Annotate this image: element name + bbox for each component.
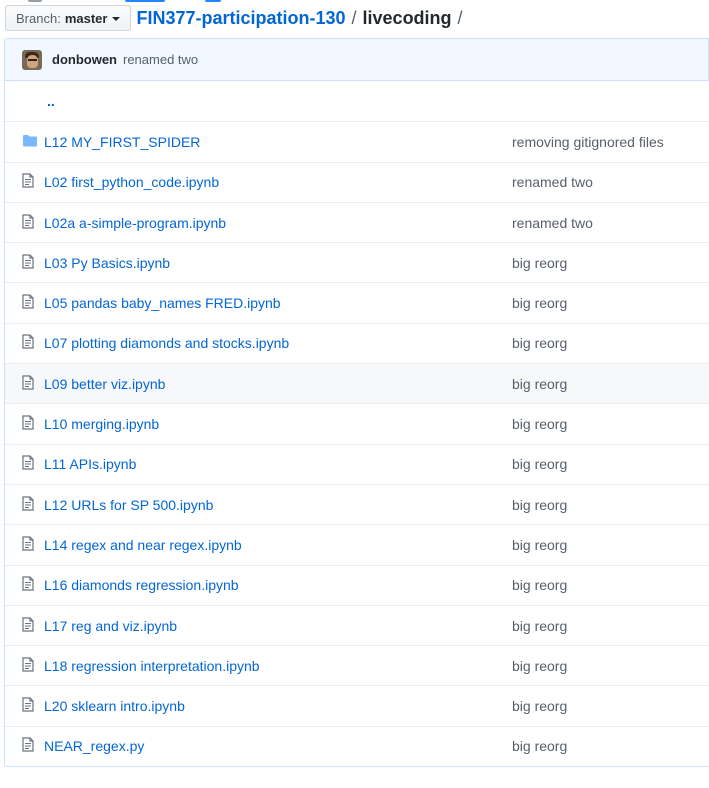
breadcrumb-trailing-separator: / <box>457 7 463 28</box>
file-icon <box>22 294 34 312</box>
branch-label: Branch: <box>16 10 61 26</box>
file-icon <box>22 657 34 675</box>
file-name-link[interactable]: L09 better viz.ipynb <box>44 376 165 392</box>
file-name-link[interactable]: L03 Py Basics.ipynb <box>44 255 170 271</box>
file-icon <box>22 455 34 473</box>
file-name-link[interactable]: L12 URLs for SP 500.ipynb <box>44 497 213 513</box>
file-row[interactable]: L20 sklearn intro.ipynb big reorg <box>5 685 709 725</box>
file-name-link[interactable]: L16 diamonds regression.ipynb <box>44 577 239 593</box>
file-name-link[interactable]: L05 pandas baby_names FRED.ipynb <box>44 295 281 311</box>
branch-select-button[interactable]: Branch: master <box>5 5 132 31</box>
file-name-link[interactable]: L02a a-simple-program.ipynb <box>44 215 226 231</box>
file-icon <box>22 697 34 715</box>
file-row[interactable]: L11 APIs.ipynb big reorg <box>5 443 709 484</box>
file-icon <box>22 737 34 755</box>
breadcrumb-current-dir: livecoding <box>362 7 452 28</box>
commit-message-link[interactable]: renamed two <box>512 174 593 190</box>
commit-author-link[interactable]: donbowen <box>52 52 117 67</box>
commit-message-link[interactable]: big reorg <box>512 295 567 311</box>
file-row[interactable]: L10 merging.ipynb big reorg <box>5 403 709 443</box>
file-icon <box>22 415 34 433</box>
file-row[interactable]: L12 MY_FIRST_SPIDER removing gitignored f… <box>5 121 709 161</box>
file-row[interactable]: NEAR_regex.py big reorg <box>5 725 709 766</box>
commit-message-link[interactable]: big reorg <box>512 698 567 714</box>
file-list: .. L12 MY_FIRST_SPIDER removing gitignore… <box>4 80 709 768</box>
file-row[interactable]: L14 regex and near regex.ipynb big reorg <box>5 524 709 564</box>
commit-message-link[interactable]: big reorg <box>512 335 567 351</box>
commit-message-link[interactable]: renamed two <box>512 215 593 231</box>
commit-message-link[interactable]: big reorg <box>512 497 567 513</box>
commit-message-link[interactable]: big reorg <box>512 376 567 392</box>
file-icon <box>22 375 34 393</box>
file-row[interactable]: L02 first_python_code.ipynb renamed two <box>5 161 709 202</box>
avatar[interactable] <box>22 49 42 70</box>
file-name-link[interactable]: L14 regex and near regex.ipynb <box>44 537 242 553</box>
commit-message-link[interactable]: big reorg <box>512 738 567 754</box>
breadcrumb: FIN377-participation-130 / livecoding / <box>136 8 468 29</box>
file-row[interactable]: L18 regression interpretation.ipynb big r… <box>5 645 709 685</box>
file-name-link[interactable]: L02 first_python_code.ipynb <box>44 174 219 190</box>
file-row[interactable]: L02a a-simple-program.ipynb renamed two <box>5 201 709 242</box>
caret-down-icon <box>112 17 121 21</box>
commit-message-link[interactable]: big reorg <box>512 537 567 553</box>
file-name-link[interactable]: L17 reg and viz.ipynb <box>44 618 177 634</box>
commit-message-link[interactable]: big reorg <box>512 618 567 634</box>
file-icon <box>22 616 34 635</box>
commit-message-link[interactable]: removing gitignored files <box>512 134 664 150</box>
file-row[interactable]: L03 Py Basics.ipynb big reorg <box>5 242 709 282</box>
file-icon <box>22 173 34 191</box>
commit-message-link[interactable]: big reorg <box>512 577 567 593</box>
folder-icon <box>22 133 38 150</box>
file-row[interactable]: L05 pandas baby_names FRED.ipynb big reor… <box>5 282 709 322</box>
file-name-link[interactable]: L07 plotting diamonds and stocks.ipynb <box>44 335 289 351</box>
commit-message-link[interactable]: big reorg <box>512 255 567 271</box>
file-icon <box>22 213 34 232</box>
parent-dir-link[interactable]: .. <box>47 93 55 109</box>
file-icon <box>22 536 34 554</box>
file-row[interactable]: L17 reg and viz.ipynb big reorg <box>5 604 709 645</box>
file-navigation-bar: Branch: master FIN377-participation-130 … <box>0 4 709 32</box>
commit-message-link[interactable]: big reorg <box>512 416 567 432</box>
commit-message-link[interactable]: renamed two <box>123 52 198 67</box>
file-name-link[interactable]: L20 sklearn intro.ipynb <box>44 698 185 714</box>
file-icon <box>22 576 34 594</box>
file-icon <box>22 496 34 514</box>
file-row[interactable]: L07 plotting diamonds and stocks.ipynb bi… <box>5 322 709 363</box>
parent-dir-row[interactable]: .. <box>5 81 709 121</box>
commit-message-link[interactable]: big reorg <box>512 456 567 472</box>
folder-name-link[interactable]: L12 MY_FIRST_SPIDER <box>44 134 200 150</box>
file-name-link[interactable]: L11 APIs.ipynb <box>44 456 136 472</box>
file-row[interactable]: L12 URLs for SP 500.ipynb big reorg <box>5 483 709 524</box>
breadcrumb-separator: / <box>351 7 357 28</box>
branch-name: master <box>64 10 108 26</box>
file-name-link[interactable]: L10 merging.ipynb <box>44 416 159 432</box>
commit-message-link[interactable]: big reorg <box>512 658 567 674</box>
file-icon <box>22 254 34 272</box>
file-icon <box>22 334 34 352</box>
breadcrumb-repo-link[interactable]: FIN377-participation-130 <box>136 8 345 29</box>
file-row[interactable]: L16 diamonds regression.ipynb big reorg <box>5 564 709 605</box>
latest-commit-bar: donbowen renamed two <box>4 38 709 80</box>
file-row[interactable]: L09 better viz.ipynb big reorg <box>5 363 709 404</box>
file-name-link[interactable]: NEAR_regex.py <box>44 738 144 754</box>
file-name-link[interactable]: L18 regression interpretation.ipynb <box>44 658 260 674</box>
